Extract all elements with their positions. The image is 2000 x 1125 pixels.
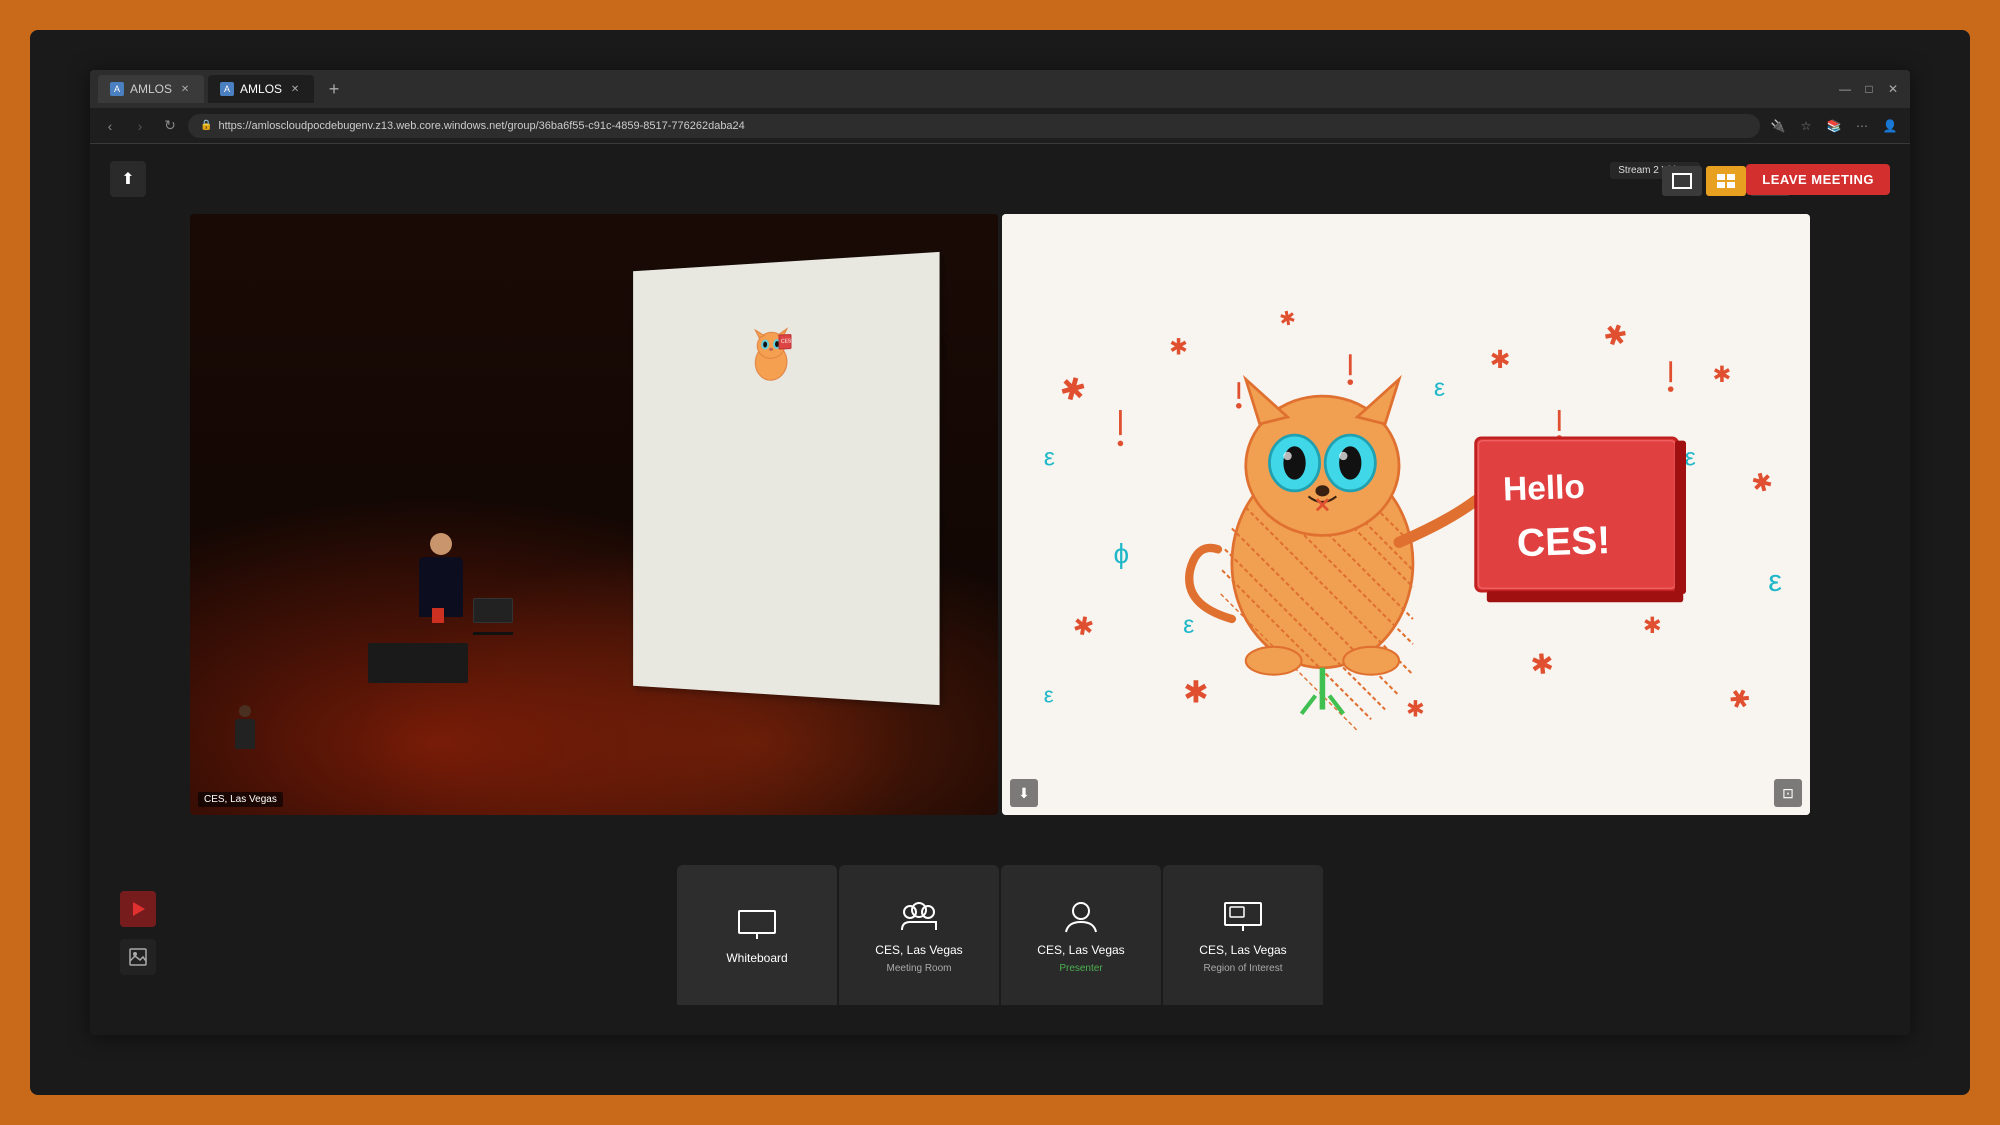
svg-text:✱: ✱ [1712,362,1731,387]
region-card-name: CES, Las Vegas [1199,943,1286,957]
browser-window: A AMLOS ✕ A AMLOS ✕ + — □ ✕ ‹ › ↻ 🔒 [90,70,1910,1035]
tab-favicon-2: A [220,82,234,96]
meeting-room-icon [899,897,939,937]
side-panel-icons [120,891,156,975]
svg-text:CES!: CES! [781,338,793,345]
meeting-room-card-sub: Meeting Room [886,963,951,974]
svg-text:ε: ε [1768,564,1782,598]
lock-icon: 🔒 [200,120,212,131]
svg-text:✱: ✱ [1169,334,1188,359]
svg-text:✱: ✱ [1529,648,1555,681]
tab-close-1[interactable]: ✕ [178,82,192,96]
profile-button[interactable]: 👤 [1878,114,1902,138]
tab-favicon-1: A [110,82,124,96]
forward-button[interactable]: › [128,114,152,138]
red-object [432,608,444,623]
browser-action-buttons: 🔌 ☆ 📚 ⋯ 👤 [1766,114,1902,138]
meeting-top-bar: ⬆ Stream 2 Videos [90,154,1910,204]
presentation-scene: CES! Canon Can CES, Las Vegas [190,214,998,815]
svg-text:Hello: Hello [1503,469,1586,509]
whiteboard-icon [737,905,777,945]
presenter-card-name: CES, Las Vegas [1037,943,1124,957]
participants-panel: Whiteboard CE [677,865,1323,1005]
presenter-icon [1061,897,1101,937]
svg-text:ε: ε [1183,611,1194,639]
svg-text:✱: ✱ [1183,676,1209,710]
settings-button[interactable]: ⋯ [1850,114,1874,138]
svg-text:ε: ε [1044,444,1055,472]
svg-text:CES!: CES! [1516,519,1611,565]
laptop [473,598,513,623]
new-tab-button[interactable]: + [322,77,346,101]
extensions-button[interactable]: 🔌 [1766,114,1790,138]
region-card-sub: Region of Interest [1204,963,1283,974]
play-panel-icon[interactable] [120,891,156,927]
cat-sticker: CES! [750,326,795,382]
monitor-frame: A AMLOS ✕ A AMLOS ✕ + — □ ✕ ‹ › ↻ 🔒 [30,30,1970,1095]
title-bar: A AMLOS ✕ A AMLOS ✕ + — □ ✕ [90,70,1910,108]
tab-amlos-1[interactable]: A AMLOS ✕ [98,75,204,103]
tab-label-2: AMLOS [240,82,282,96]
canon-logo-1: Canon [940,334,950,361]
meeting-area: ⬆ Stream 2 Videos [90,144,1910,1035]
video-pane-right: ✱ ✱ ✱ ✱ ✱ ✱ ✱ ✱ ✱ [1002,214,1810,815]
upload-button[interactable]: ⬆ [110,161,146,197]
bg-whiteboard: CES! [633,252,939,705]
close-button[interactable]: ✕ [1884,80,1902,98]
tab-label-1: AMLOS [130,82,172,96]
participant-card-presenter[interactable]: CES, Las Vegas Presenter [1001,865,1161,1005]
pip-icon: ⊡ [1782,785,1794,802]
svg-text:✱: ✱ [1643,613,1662,638]
address-bar: ‹ › ↻ 🔒 https://amloscloudpocdebugenv.z1… [90,108,1910,144]
video-location-label: CES, Las Vegas [198,792,283,807]
laptop-base [473,632,513,635]
single-view-icon [1672,173,1692,189]
svg-text:ε: ε [1044,683,1054,708]
favorites-button[interactable]: ☆ [1794,114,1818,138]
participant-card-region[interactable]: CES, Las Vegas Region of Interest [1163,865,1323,1005]
podium [368,643,468,683]
maximize-button[interactable]: □ [1860,80,1878,98]
participant-card-whiteboard[interactable]: Whiteboard [677,865,837,1005]
single-view-button[interactable] [1662,166,1702,196]
back-button[interactable]: ‹ [98,114,122,138]
canon-logo-2: Can [940,515,950,532]
whiteboard-drawing-main: ✱ ✱ ✱ ✱ ✱ ✱ ✱ ✱ ✱ [1002,214,1810,815]
video-grid: CES! Canon Can CES, Las Vegas [190,214,1810,815]
svg-text:✱: ✱ [1406,697,1425,722]
download-icon: ⬇ [1018,785,1030,802]
presenter-card-sub: Presenter [1059,963,1102,974]
svg-text:✱: ✱ [1490,346,1511,374]
minimize-button[interactable]: — [1836,80,1854,98]
leave-meeting-button[interactable]: LEAVE MEETING [1746,164,1890,195]
pip-button[interactable]: ⊡ [1774,779,1802,807]
whiteboard-card-name: Whiteboard [726,951,787,965]
image-panel-icon[interactable] [120,939,156,975]
whiteboard-svg: ✱ ✱ ✱ ✱ ✱ ✱ ✱ ✱ ✱ [1002,214,1810,815]
tab-amlos-2[interactable]: A AMLOS ✕ [208,75,314,103]
tab-close-2[interactable]: ✕ [288,82,302,96]
play-icon [128,899,148,919]
svg-text:ε: ε [1685,444,1696,472]
gallery-view-button[interactable] [1706,166,1746,196]
reload-button[interactable]: ↻ [158,114,182,138]
url-text: https://amloscloudpocdebugenv.z13.web.co… [218,120,744,132]
url-bar[interactable]: 🔒 https://amloscloudpocdebugenv.z13.web.… [188,114,1760,138]
image-icon [128,947,148,967]
bottom-bar: Whiteboard CE [90,835,1910,1035]
download-button[interactable]: ⬇ [1010,779,1038,807]
svg-text:✱: ✱ [1278,307,1298,332]
meeting-room-card-name: CES, Las Vegas [875,943,962,957]
audience-figure [230,705,260,755]
svg-text:ε: ε [1434,374,1445,402]
region-icon [1223,897,1263,937]
upload-icon: ⬆ [121,169,134,189]
collections-button[interactable]: 📚 [1822,114,1846,138]
gallery-view-icon [1716,173,1736,189]
participant-card-meeting-room[interactable]: CES, Las Vegas Meeting Room [839,865,999,1005]
window-controls: — □ ✕ [1836,80,1902,98]
video-pane-left: CES! Canon Can CES, Las Vegas [190,214,998,815]
svg-text:ϕ: ϕ [1113,538,1129,569]
